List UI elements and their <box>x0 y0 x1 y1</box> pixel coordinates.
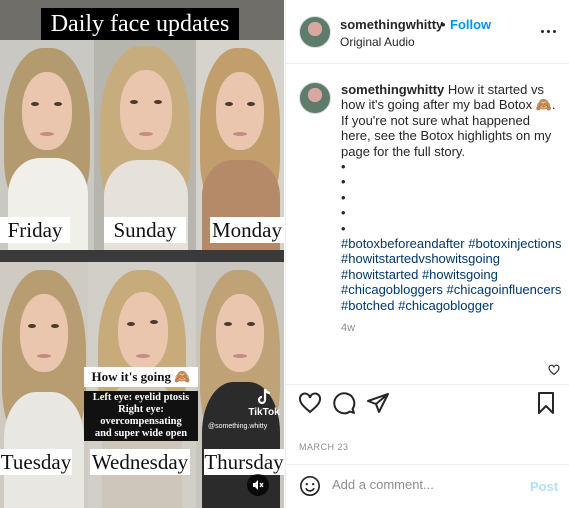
hashtag-link[interactable]: #howitstartedvshowitsgoing <box>341 251 500 266</box>
bullet: • <box>341 205 346 221</box>
audio-link[interactable]: Original Audio <box>340 35 415 49</box>
emoji-icon[interactable] <box>299 475 321 497</box>
comment-icon[interactable] <box>332 391 356 415</box>
post-button[interactable]: Post <box>530 479 558 494</box>
label-monday: Monday <box>210 217 284 243</box>
tiktok-label: TikTok <box>248 407 280 418</box>
comment-bar: Post <box>286 464 569 508</box>
tiktok-watermark: TikTok <box>246 388 282 418</box>
hashtag-link[interactable]: #howitsgoing <box>422 267 498 282</box>
time-ago[interactable]: 4w <box>341 322 355 334</box>
hashtag-link[interactable]: #botched <box>341 298 395 313</box>
overlay-line: overcompensating <box>100 416 182 427</box>
label-tuesday: Tuesday <box>0 449 72 475</box>
mute-button[interactable] <box>247 474 269 496</box>
caption-area: somethingwhitty How it started vs how it… <box>286 64 569 384</box>
bullet: • <box>341 189 346 205</box>
avatar[interactable] <box>299 16 331 48</box>
avatar[interactable] <box>299 82 331 114</box>
like-heart-icon[interactable] <box>298 391 322 415</box>
action-bar <box>286 384 569 424</box>
hashtag-link[interactable]: #howitstarted <box>341 267 418 282</box>
label-thursday: Thursday <box>204 449 284 475</box>
caption-bullets: • • • • • <box>341 159 563 236</box>
hashtag-link[interactable]: #chicagoblogger <box>398 298 493 313</box>
bookmark-icon[interactable] <box>534 391 558 415</box>
overlay-heading: How it's going 🙈 <box>84 367 198 387</box>
media-title: Daily face updates <box>41 8 239 40</box>
overlay-line: and super wide open <box>94 428 188 439</box>
post-header: somethingwhitty • Follow Original Audio <box>286 0 569 64</box>
caption: somethingwhitty How it started vs how it… <box>341 82 563 313</box>
hashtag-link[interactable]: #botoxbeforeandafter <box>341 236 465 251</box>
bullet: • <box>341 159 346 175</box>
label-sunday: Sunday <box>104 217 186 243</box>
follow-button[interactable]: Follow <box>450 17 491 32</box>
hashtag-link[interactable]: #chicagobloggers <box>341 282 443 297</box>
hashtag-link[interactable]: #chicagoinfluencers <box>447 282 562 297</box>
hashtag-link[interactable]: #botoxinjections <box>468 236 561 251</box>
overlay-line: Left eye: eyelid ptosis <box>92 392 190 403</box>
more-options-icon[interactable] <box>540 23 556 39</box>
label-friday: Friday <box>0 217 70 243</box>
separator-dot: • <box>441 17 446 32</box>
caption-username[interactable]: somethingwhitty <box>341 82 444 97</box>
share-icon[interactable] <box>366 391 390 415</box>
bullet: • <box>341 220 346 236</box>
speaker-muted-icon <box>253 480 264 490</box>
tiktok-icon <box>257 388 271 405</box>
bullet: • <box>341 174 346 190</box>
title-banner: Daily face updates <box>0 0 284 40</box>
post-date: MARCH 23 <box>299 442 349 452</box>
header-username[interactable]: somethingwhitty <box>340 17 443 32</box>
post-media[interactable]: Daily face updates Friday Sunday Monday <box>0 0 284 508</box>
label-wednesday: Wednesday <box>90 449 190 475</box>
hashtags: #botoxbeforeandafter #botoxinjections #h… <box>341 236 563 313</box>
overlay-notes: Left eye: eyelid ptosis Right eye: overc… <box>84 391 198 441</box>
comment-input[interactable] <box>332 477 512 492</box>
post-sidebar: somethingwhitty • Follow Original Audio … <box>285 0 569 508</box>
overlay-line: Right eye: <box>118 404 164 415</box>
caption-like-heart-icon[interactable] <box>548 364 560 376</box>
tiktok-handle: @something.whitty <box>208 423 268 430</box>
